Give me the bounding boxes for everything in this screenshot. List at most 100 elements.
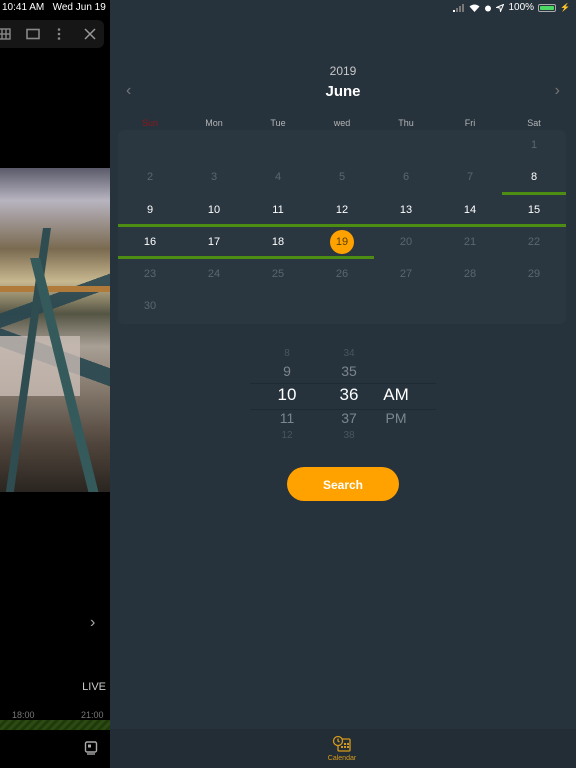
tab-calendar[interactable]: Calendar xyxy=(322,735,362,762)
chevron-right-icon[interactable]: › xyxy=(555,82,560,100)
calendar-week: 1 xyxy=(118,130,566,162)
day-number: 4 xyxy=(274,171,282,184)
calendar-empty-cell xyxy=(310,130,374,162)
period-selected[interactable]: AM xyxy=(380,383,412,407)
period-wheel[interactable]: AM PM xyxy=(380,383,412,430)
location-icon xyxy=(496,3,505,12)
calendar-day[interactable]: 19 xyxy=(310,227,374,260)
day-number: 17 xyxy=(207,235,221,248)
hour-option[interactable]: 11 xyxy=(275,407,299,430)
calendar-day[interactable]: 14 xyxy=(438,195,502,228)
calendar-day[interactable]: 8 xyxy=(502,162,566,195)
calendar-panel: 100% ⚡ 2019 June ‹ › Sun Mon Tue wed Thu Fri S… xyxy=(110,0,576,768)
calendar-day[interactable]: 30 xyxy=(118,291,182,323)
minute-wheel[interactable]: 34 35 36 37 38 xyxy=(336,348,362,442)
playback-icon[interactable] xyxy=(84,741,98,755)
calendar-day[interactable]: 5 xyxy=(310,162,374,194)
calendar-empty-cell xyxy=(182,130,246,162)
calendar-day[interactable]: 7 xyxy=(438,162,502,194)
calendar-week: 30 xyxy=(118,291,566,323)
hour-selected[interactable]: 10 xyxy=(275,383,299,407)
search-button[interactable]: Search xyxy=(287,467,399,501)
calendar-day[interactable]: 2 xyxy=(118,162,182,194)
hour-option[interactable]: 9 xyxy=(275,360,299,383)
calendar-day[interactable]: 24 xyxy=(182,259,246,291)
more-vertical-icon[interactable] xyxy=(51,26,67,42)
calendar-day[interactable]: 25 xyxy=(246,259,310,291)
day-number: 23 xyxy=(143,268,157,281)
calendar-empty-cell xyxy=(182,291,246,323)
calendar-week: 9 10 11 12 13 14 15 xyxy=(118,195,566,228)
calendar-day[interactable]: 15 xyxy=(502,195,566,228)
calendar-day[interactable]: 17 xyxy=(182,227,246,260)
day-number: 24 xyxy=(207,268,221,281)
grid-icon[interactable] xyxy=(0,26,12,42)
calendar-day[interactable]: 12 xyxy=(310,195,374,228)
day-number: 3 xyxy=(210,171,218,184)
calendar-week: 16 17 18 19 20 21 22 xyxy=(118,227,566,260)
minute-selected[interactable]: 36 xyxy=(336,383,362,407)
calendar-month: June xyxy=(325,83,361,100)
calendar-day[interactable]: 28 xyxy=(438,259,502,291)
calendar-day[interactable]: 10 xyxy=(182,195,246,228)
calendar-day[interactable]: 23 xyxy=(118,259,182,291)
day-number: 30 xyxy=(143,300,157,313)
calendar-grid: 1 2 3 4 5 6 7 8 9 10 11 12 13 14 15 16 17 18 19 20 21 22 23 24 2… xyxy=(118,130,566,324)
weekday-label: Tue xyxy=(270,118,286,128)
wifi-icon xyxy=(469,4,480,12)
timeline-label: 18:00 xyxy=(12,710,35,720)
calendar-day[interactable]: 27 xyxy=(374,259,438,291)
period-option[interactable]: PM xyxy=(380,407,412,430)
hour-option[interactable]: 12 xyxy=(275,430,299,442)
calendar-day[interactable]: 16 xyxy=(118,227,182,260)
weekday-header: Sun Mon Tue wed Thu Fri Sat xyxy=(118,118,566,128)
status-time: 10:41 AM Wed Jun 19 xyxy=(2,2,106,13)
calendar-day[interactable]: 4 xyxy=(246,162,310,194)
day-number: 16 xyxy=(143,235,157,248)
minute-option[interactable]: 38 xyxy=(336,430,362,442)
battery-icon xyxy=(538,3,557,12)
status-date: Wed Jun 19 xyxy=(52,2,106,13)
chevron-left-icon[interactable]: ‹ xyxy=(126,82,131,100)
video-detail xyxy=(0,286,110,292)
calendar-day[interactable]: 21 xyxy=(438,227,502,259)
calendar-day[interactable]: 9 xyxy=(118,195,182,228)
weekday-label: Sun xyxy=(141,118,158,128)
day-number: 25 xyxy=(271,268,285,281)
day-number: 12 xyxy=(335,203,349,216)
day-number: 20 xyxy=(399,235,413,248)
minute-option[interactable]: 35 xyxy=(336,360,362,383)
calendar-day[interactable]: 29 xyxy=(502,259,566,291)
minute-option[interactable]: 34 xyxy=(336,348,362,360)
single-view-icon[interactable] xyxy=(25,26,41,42)
calendar-year: 2019 xyxy=(329,64,357,78)
calendar-day[interactable]: 18 xyxy=(246,227,310,260)
calendar-day[interactable]: 11 xyxy=(246,195,310,228)
day-number: 5 xyxy=(338,171,346,184)
minute-option[interactable]: 37 xyxy=(336,407,362,430)
calendar-empty-cell xyxy=(118,130,182,162)
day-number: 28 xyxy=(463,268,477,281)
calendar-empty-cell xyxy=(374,130,438,162)
timeline-bar[interactable] xyxy=(0,720,110,730)
calendar-day[interactable]: 26 xyxy=(310,259,374,291)
video-pane: 10:41 AM Wed Jun 19 › LIVE 18:00 21:00 xyxy=(0,0,110,768)
calendar-day[interactable]: 3 xyxy=(182,162,246,194)
calendar-clock-icon xyxy=(332,735,351,752)
hour-option[interactable]: 8 xyxy=(275,348,299,360)
player-toolbar xyxy=(0,20,104,48)
calendar-day[interactable]: 6 xyxy=(374,162,438,194)
day-number: 1 xyxy=(530,139,538,151)
weekday-label: Thu xyxy=(398,118,414,128)
calendar-day[interactable]: 13 xyxy=(374,195,438,228)
hour-wheel[interactable]: 8 9 10 11 12 xyxy=(275,348,299,442)
live-label[interactable]: LIVE xyxy=(82,681,106,693)
tab-bar: Calendar xyxy=(110,729,576,768)
calendar-day[interactable]: 22 xyxy=(502,227,566,259)
camera-feed[interactable] xyxy=(0,168,110,492)
chevron-right-icon[interactable]: › xyxy=(90,614,95,632)
close-icon[interactable] xyxy=(82,26,98,42)
calendar-day[interactable]: 20 xyxy=(374,227,438,259)
calendar-day[interactable]: 1 xyxy=(502,130,566,162)
time-picker[interactable]: 8 9 10 11 12 34 35 36 37 38 AM PM xyxy=(250,348,436,442)
